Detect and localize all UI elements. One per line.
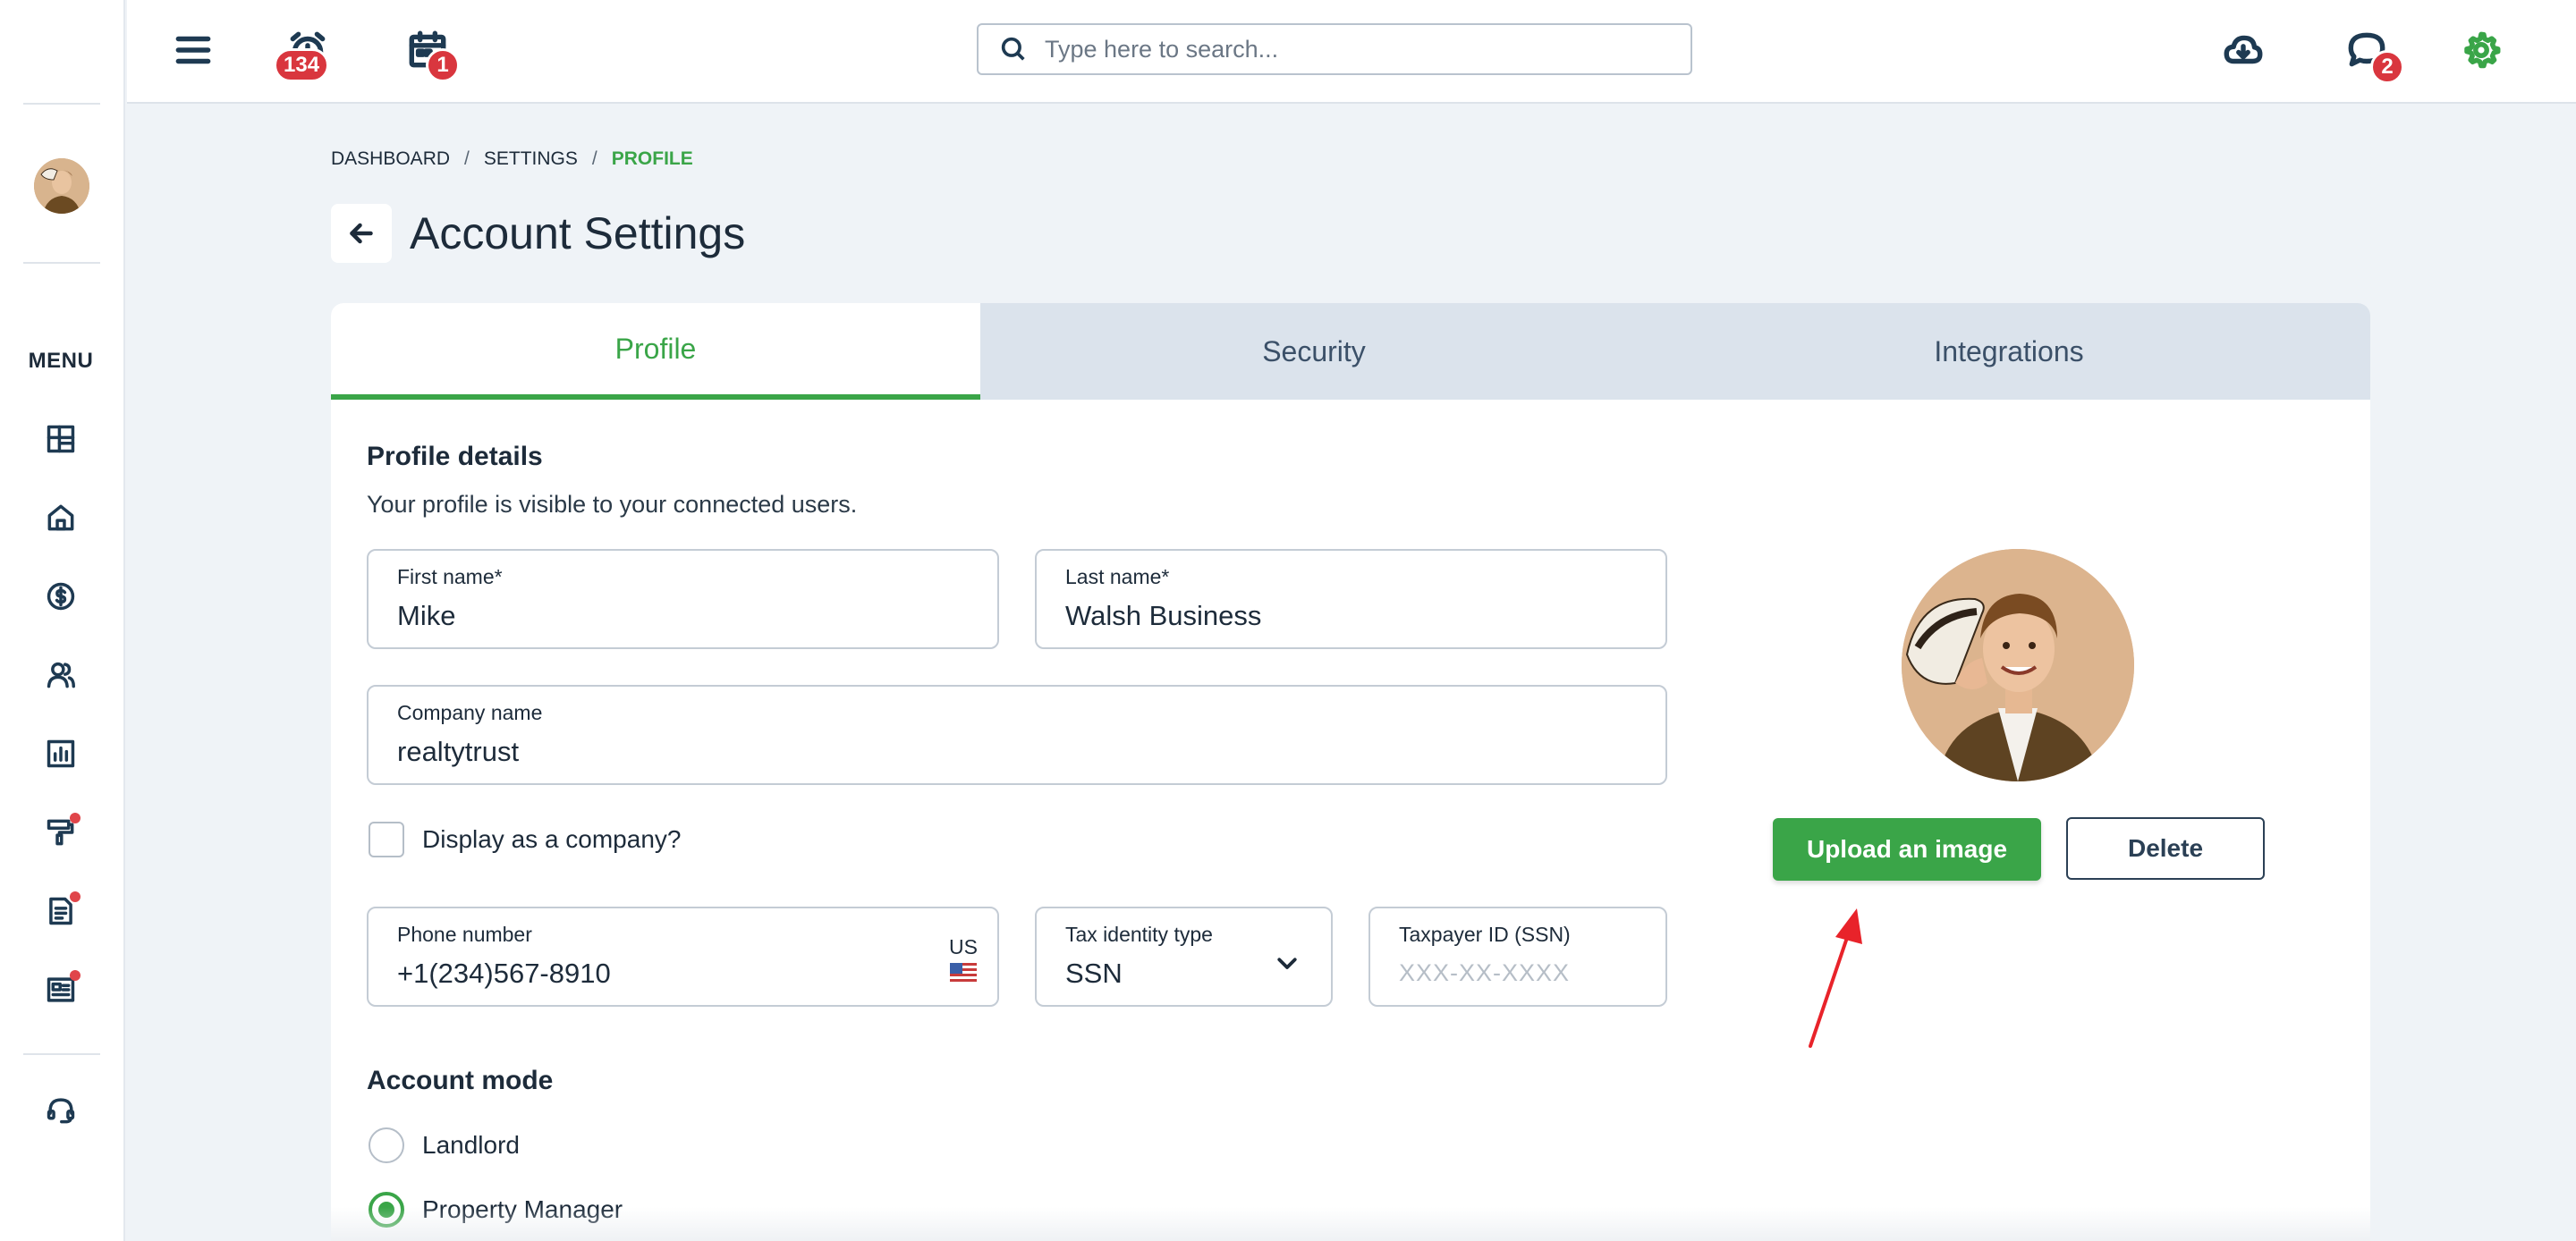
sidebar-divider [23,103,100,105]
sidebar-item-documents[interactable] [39,890,82,933]
dollar-icon [47,582,75,611]
phone-number-field[interactable]: Phone number +1(234)567-8910 US [367,907,999,1007]
radio-landlord-row[interactable]: Landlord [369,1127,520,1163]
company-name-label: Company name [397,701,543,724]
sidebar: MENU [0,0,125,1241]
sidebar-item-people[interactable] [39,654,82,696]
display-as-company-checkbox-row[interactable]: Display as a company? [369,822,681,857]
sidebar-item-listings[interactable] [39,968,82,1011]
user-avatar[interactable] [34,158,89,214]
display-as-company-checkbox[interactable] [369,822,404,857]
topbar: 134 1 2 [127,0,2576,104]
reports-icon [47,739,75,768]
account-mode-title: Account mode [367,1066,554,1095]
sidebar-item-finance[interactable] [39,575,82,618]
notification-dot [70,891,80,902]
upload-image-button[interactable]: Upload an image [1773,818,2041,881]
delete-image-button[interactable]: Delete [2066,817,2265,880]
settings-card: Profile Security Integrations Profile de… [331,303,2370,1241]
breadcrumb-dashboard[interactable]: DASHBOARD [331,148,450,170]
tax-identity-type-label: Tax identity type [1065,923,1213,946]
phone-number-label: Phone number [397,923,532,946]
download-button[interactable] [2216,23,2270,77]
radio-landlord[interactable] [369,1127,404,1163]
hamburger-icon [175,36,211,64]
home-icon [47,504,74,531]
phone-number-value[interactable]: +1(234)567-8910 [397,958,969,990]
search-icon [1001,37,1025,61]
country-code: US [949,935,978,958]
country-selector[interactable]: US [949,935,978,983]
tab-security[interactable]: Security [980,303,1648,400]
dashboard-icon [47,425,75,453]
breadcrumb-separator: / [464,148,470,169]
users-icon [47,662,75,688]
bottom-fade [331,1207,2370,1241]
first-name-label: First name* [397,565,503,588]
annotation-arrow-icon [1809,908,1862,1048]
display-as-company-label: Display as a company? [422,825,682,853]
tax-identity-type-value: SSN [1065,958,1123,989]
us-flag-icon [950,963,978,983]
breadcrumb-profile: PROFILE [611,148,693,169]
breadcrumb-separator: / [591,148,597,169]
profile-details-subtitle: Your profile is visible to your connecte… [367,491,858,518]
settings-button[interactable] [2454,23,2508,77]
alarm-button[interactable]: 134 [274,23,335,82]
alarm-badge: 134 [274,48,330,82]
menu-toggle-button[interactable] [166,23,220,77]
headset-icon [47,1098,75,1124]
profile-photo [1902,549,2134,781]
sidebar-item-maintenance[interactable] [39,811,82,854]
menu-label: MENU [28,349,94,373]
back-button[interactable] [331,204,392,263]
notification-dot [70,813,80,823]
notification-dot [70,970,80,981]
breadcrumb-settings[interactable]: SETTINGS [484,148,578,170]
messages-badge: 2 [2370,50,2404,84]
company-name-field[interactable]: Company name realtytrust [367,685,1667,785]
sidebar-divider [23,262,100,264]
first-name-field[interactable]: First name* Mike [367,549,999,649]
chevron-down-icon [1277,958,1297,969]
tab-profile[interactable]: Profile [331,303,980,400]
sidebar-item-reports[interactable] [39,732,82,775]
taxpayer-id-placeholder[interactable]: XXX-XX-XXXX [1399,959,1637,987]
last-name-field[interactable]: Last name* Walsh Business [1035,549,1667,649]
taxpayer-id-label: Taxpayer ID (SSN) [1399,923,1571,946]
radio-landlord-label: Landlord [422,1131,520,1159]
last-name-label: Last name* [1065,565,1170,588]
taxpayer-id-field[interactable]: Taxpayer ID (SSN) XXX-XX-XXXX [1368,907,1667,1007]
messages-button[interactable]: 2 [2340,23,2404,84]
page-title: Account Settings [410,208,746,258]
sidebar-divider [23,1053,100,1055]
tax-identity-type-select[interactable]: Tax identity type SSN [1035,907,1333,1007]
tab-integrations[interactable]: Integrations [1648,303,2370,400]
tab-bar: Profile Security Integrations [331,303,2370,400]
profile-details-title: Profile details [367,442,543,471]
last-name-value[interactable]: Walsh Business [1065,600,1637,632]
gear-icon [2464,31,2501,69]
calendar-badge: 1 [426,48,460,82]
search-input[interactable] [1045,35,1653,63]
sidebar-item-support[interactable] [39,1089,82,1132]
cloud-download-icon [2224,35,2263,64]
first-name-value[interactable]: Mike [397,600,969,632]
company-name-value[interactable]: realtytrust [397,736,1637,768]
sidebar-item-dashboard[interactable] [39,418,82,460]
arrow-left-icon [350,223,373,244]
breadcrumb: DASHBOARD / SETTINGS / PROFILE [331,148,708,170]
sidebar-item-home[interactable] [39,496,82,539]
search-bar[interactable] [977,23,1692,75]
calendar-button[interactable]: 1 [401,23,460,82]
